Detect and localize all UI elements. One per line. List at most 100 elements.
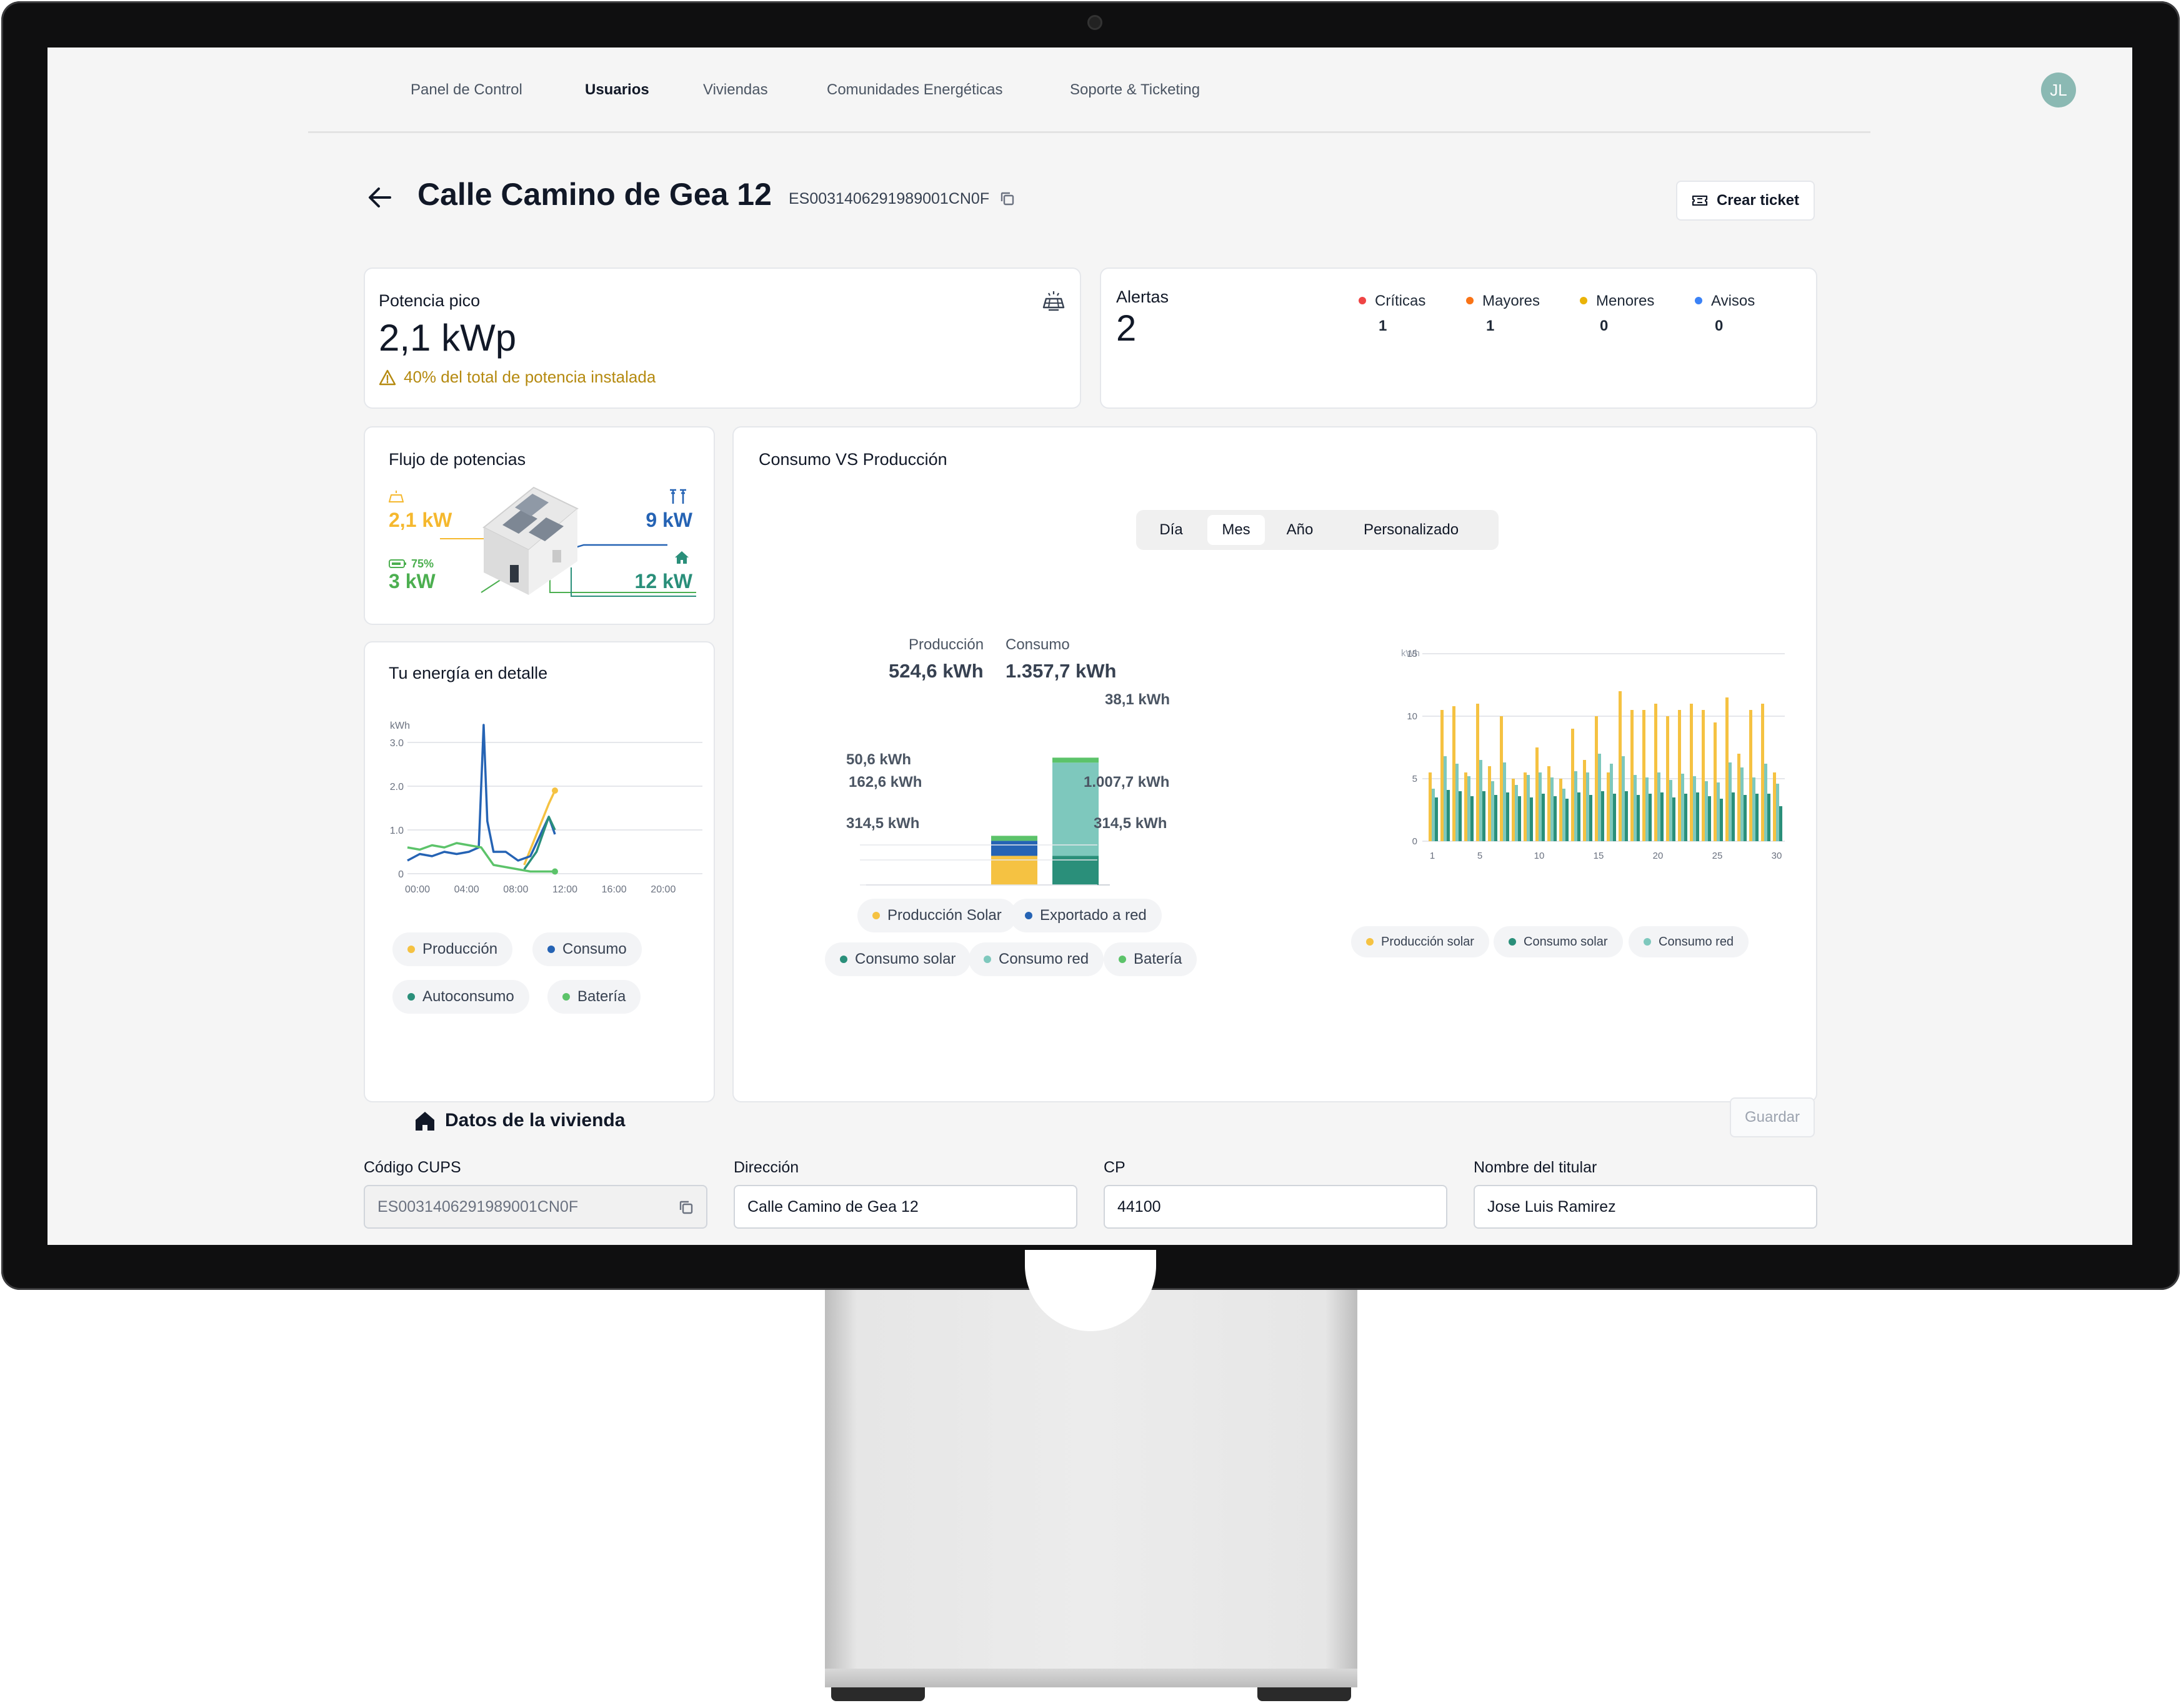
- copy-icon[interactable]: [677, 1199, 695, 1216]
- alert-level-menores[interactable]: Menores 0: [1580, 292, 1654, 335]
- solar-panel-icon: [1042, 291, 1065, 311]
- nav-viviendas[interactable]: Viviendas: [703, 81, 768, 99]
- production-total: 524,6 kWh: [889, 660, 984, 682]
- period-personalizado[interactable]: Personalizado: [1337, 515, 1485, 545]
- legend-consumo-solar[interactable]: Consumo solar: [825, 942, 971, 976]
- alert-level-label: Avisos: [1711, 292, 1755, 309]
- bateria-stack-dot: [1119, 956, 1126, 963]
- daily-bar: [1630, 710, 1634, 841]
- prod-solar-value: 314,5 kWh: [846, 815, 920, 832]
- legend-consumo-red[interactable]: Consumo red: [969, 942, 1104, 976]
- nav-panel-de-control[interactable]: Panel de Control: [411, 81, 522, 99]
- legend-label: Producción Solar: [887, 907, 1002, 924]
- nav-soporte[interactable]: Soporte & Ticketing: [1070, 81, 1200, 99]
- x-tick-label: 20:00: [651, 884, 676, 895]
- legend-label: Consumo solar: [1524, 934, 1608, 949]
- daily-bar: [1488, 766, 1491, 841]
- x-tick-label: 08:00: [503, 884, 528, 895]
- legend-daily-produccion-solar[interactable]: Producción solar: [1351, 926, 1489, 957]
- alert-level-label: Mayores: [1482, 292, 1540, 309]
- stack-segment-consumo: [1052, 757, 1099, 763]
- daily-bar: [1479, 760, 1482, 841]
- daily-bar: [1672, 797, 1675, 841]
- alert-level-count: 0: [1600, 317, 1609, 334]
- page-title: Calle Camino de Gea 12: [417, 177, 772, 212]
- create-ticket-label: Crear ticket: [1716, 192, 1800, 209]
- house-illustration: [440, 486, 696, 597]
- legend-label: Consumo red: [999, 951, 1089, 967]
- daily-produccion-dot: [1366, 938, 1374, 946]
- cups-field[interactable]: ES0031406291989001CN0F: [364, 1185, 707, 1229]
- owner-field[interactable]: Jose Luis Ramirez: [1474, 1185, 1817, 1229]
- daily-bar: [1476, 704, 1479, 841]
- exportado-red-dot: [1025, 912, 1032, 919]
- alerts-total: 2: [1116, 308, 1137, 349]
- peak-power-warning-text: 40% del total de potencia instalada: [404, 367, 656, 386]
- daily-bar: [1589, 795, 1592, 841]
- cp-field[interactable]: 44100: [1104, 1185, 1447, 1229]
- energy-detail-title: Tu energía en detalle: [389, 664, 548, 682]
- daily-bar: [1491, 781, 1494, 841]
- daily-bar: [1554, 796, 1557, 841]
- series-line-consumo: [407, 724, 556, 862]
- nav-comunidades[interactable]: Comunidades Energéticas: [827, 81, 1003, 99]
- legend-autoconsumo[interactable]: Autoconsumo: [392, 980, 529, 1014]
- power-flow-card: Flujo de potencias 2,1 kW 75% 3 kW 9 kW …: [364, 426, 715, 625]
- consumption-total: 1.357,7 kWh: [1006, 660, 1117, 682]
- daily-bar: [1645, 777, 1649, 841]
- y-tick-label: 3.0: [390, 738, 404, 749]
- monitor-stand: [825, 1290, 1357, 1677]
- daily-bar: [1506, 792, 1509, 841]
- daily-bar: [1755, 794, 1759, 841]
- back-arrow-icon[interactable]: [365, 182, 395, 212]
- peak-power-warning: 40% del total de potencia instalada: [379, 367, 656, 387]
- legend-daily-consumo-red[interactable]: Consumo red: [1629, 926, 1749, 957]
- legend-exportado-red[interactable]: Exportado a red: [1010, 899, 1162, 932]
- consumo-dot: [547, 946, 555, 953]
- daily-bar: [1761, 704, 1764, 841]
- owner-field-label: Nombre del titular: [1474, 1159, 1597, 1176]
- daily-bar: [1622, 756, 1625, 841]
- period-dia[interactable]: Día: [1142, 515, 1200, 545]
- daily-bar: [1503, 762, 1506, 841]
- legend-produccion[interactable]: Producción: [392, 932, 513, 966]
- daily-bar: [1530, 797, 1533, 841]
- y-tick-label: 1.0: [390, 826, 404, 836]
- daily-bar: [1669, 780, 1672, 841]
- produccion-solar-dot: [872, 912, 880, 919]
- legend-consumo[interactable]: Consumo: [532, 932, 642, 966]
- series-endpoint: [552, 787, 558, 794]
- daily-bar: [1583, 760, 1586, 841]
- peak-power-card: Potencia pico 2,1 kWp 40% del total de p…: [364, 267, 1081, 409]
- legend-bateria-stack[interactable]: Batería: [1104, 942, 1197, 976]
- daily-bar: [1613, 794, 1616, 841]
- stack-segment-producción: [991, 836, 1037, 841]
- daily-bar: [1642, 710, 1645, 841]
- copy-icon[interactable]: [999, 190, 1016, 207]
- alert-level-criticas[interactable]: Críticas 1: [1359, 292, 1425, 335]
- legend-bateria[interactable]: Batería: [547, 980, 641, 1014]
- period-ano[interactable]: Año: [1271, 515, 1329, 545]
- save-button[interactable]: Guardar: [1730, 1097, 1815, 1137]
- daily-bar: [1764, 764, 1767, 841]
- alert-level-label: Menores: [1596, 292, 1655, 309]
- alert-level-mayores[interactable]: Mayores 1: [1466, 292, 1540, 335]
- period-mes[interactable]: Mes: [1207, 515, 1265, 545]
- daily-bar: [1714, 722, 1717, 841]
- avatar[interactable]: JL: [2041, 72, 2076, 107]
- create-ticket-button[interactable]: Crear ticket: [1676, 181, 1815, 221]
- daily-bar: [1696, 792, 1699, 841]
- address-field[interactable]: Calle Camino de Gea 12: [734, 1185, 1077, 1229]
- daily-bar: [1690, 704, 1693, 841]
- nav-usuarios[interactable]: Usuarios: [585, 81, 649, 99]
- alert-level-count: 1: [1379, 317, 1387, 334]
- daily-bar: [1729, 762, 1732, 841]
- daily-bar: [1660, 792, 1664, 841]
- y-tick-label: 10: [1407, 711, 1417, 722]
- legend-daily-consumo-solar[interactable]: Consumo solar: [1494, 926, 1623, 957]
- legend-label: Autoconsumo: [422, 988, 514, 1005]
- daily-bar: [1562, 789, 1565, 841]
- alert-level-avisos[interactable]: Avisos 0: [1695, 292, 1755, 335]
- legend-produccion-solar[interactable]: Producción Solar: [857, 899, 1017, 932]
- autoconsumo-dot: [407, 993, 415, 1001]
